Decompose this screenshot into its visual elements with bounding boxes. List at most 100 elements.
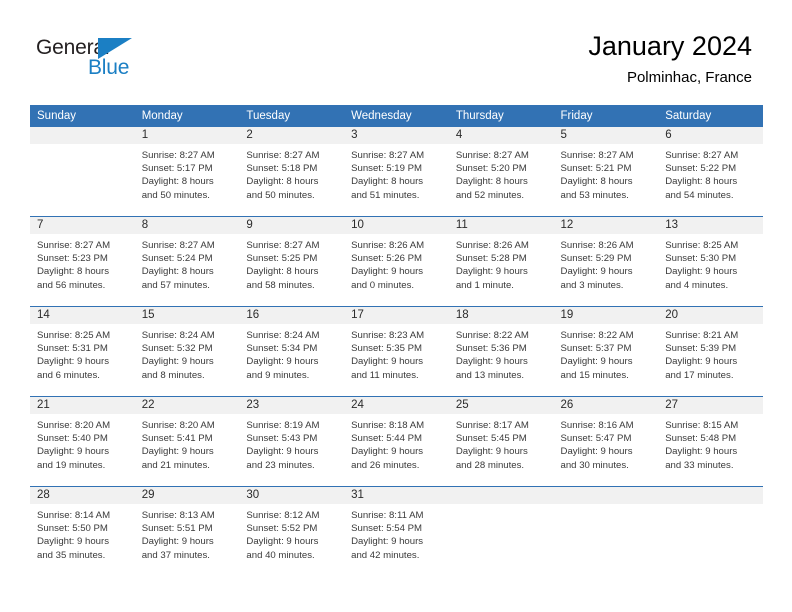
- day-cell-inner[interactable]: 8 Sunrise: 8:27 AM Sunset: 5:24 PM Daylight…: [134, 217, 240, 306]
- day-cell-inner[interactable]: 20 Sunrise: 8:21 AM Sunset: 5:39 PM Dayligh…: [658, 307, 763, 396]
- day-cell-inner[interactable]: 25 Sunrise: 8:17 AM Sunset: 5:45 PM Dayligh…: [448, 397, 554, 486]
- day-cell-inner[interactable]: 22 Sunrise: 8:20 AM Sunset: 5:41 PM Dayligh…: [134, 397, 240, 486]
- sunrise-text: Sunrise: 8:22 AM: [560, 330, 634, 341]
- day-cell-inner[interactable]: 27 Sunrise: 8:15 AM Sunset: 5:48 PM Dayligh…: [658, 397, 763, 486]
- day-cell-inner[interactable]: 23 Sunrise: 8:19 AM Sunset: 5:43 PM Dayligh…: [239, 397, 345, 486]
- daylight-text-line2: and 33 minutes.: [665, 459, 734, 471]
- daylight-text-line2: and 17 minutes.: [665, 369, 734, 381]
- day-cell-inner[interactable]: 18 Sunrise: 8:22 AM Sunset: 5:36 PM Dayligh…: [448, 307, 554, 396]
- daylight-text-line1: Daylight: 9 hours: [246, 446, 319, 458]
- day-cell-inner[interactable]: 12 Sunrise: 8:26 AM Sunset: 5:29 PM Dayligh…: [553, 217, 659, 306]
- day-number: 30: [239, 487, 345, 504]
- day-cell-inner[interactable]: 9 Sunrise: 8:27 AM Sunset: 5:25 PM Daylight…: [239, 217, 345, 306]
- day-cell-inner[interactable]: 19 Sunrise: 8:22 AM Sunset: 5:37 PM Dayligh…: [553, 307, 659, 396]
- day-cell: 11 Sunrise: 8:26 AM Sunset: 5:28 PM Dayligh…: [448, 216, 554, 307]
- sunset-text: Sunset: 5:26 PM: [351, 253, 423, 265]
- day-cell-inner[interactable]: 21 Sunrise: 8:20 AM Sunset: 5:40 PM Dayligh…: [30, 397, 135, 486]
- sunrise-text: Sunrise: 8:25 AM: [37, 330, 111, 341]
- sunset-text: Sunset: 5:19 PM: [351, 163, 423, 175]
- day-cell-inner[interactable]: 16 Sunrise: 8:24 AM Sunset: 5:34 PM Dayligh…: [239, 307, 345, 396]
- day-cell-inner[interactable]: 29 Sunrise: 8:13 AM Sunset: 5:51 PM Dayligh…: [134, 487, 240, 576]
- day-cell-inner[interactable]: 31 Sunrise: 8:11 AM Sunset: 5:54 PM Dayligh…: [344, 487, 449, 576]
- sunset-text: Sunset: 5:29 PM: [560, 253, 632, 265]
- sunrise-text: Sunrise: 8:25 AM: [665, 240, 739, 251]
- daylight-text-line2: and 54 minutes.: [665, 189, 734, 201]
- day-cell-inner[interactable]: 13 Sunrise: 8:25 AM Sunset: 5:30 PM Dayligh…: [658, 217, 763, 306]
- day-details: [449, 504, 554, 509]
- day-details: Sunrise: 8:24 AM Sunset: 5:34 PM Daylight:…: [239, 324, 344, 382]
- day-cell: 26 Sunrise: 8:16 AM Sunset: 5:47 PM Dayligh…: [553, 396, 659, 487]
- sunrise-text: Sunrise: 8:12 AM: [246, 510, 320, 521]
- day-cell: [30, 127, 135, 217]
- day-number: 14: [30, 307, 135, 324]
- day-cell-inner[interactable]: 10 Sunrise: 8:26 AM Sunset: 5:26 PM Dayligh…: [344, 217, 449, 306]
- day-details: Sunrise: 8:13 AM Sunset: 5:51 PM Daylight:…: [135, 504, 240, 562]
- daylight-text-line1: Daylight: 8 hours: [455, 176, 528, 188]
- weekday-header-sunday: Sunday: [30, 105, 135, 127]
- weekday-header-friday: Friday: [553, 105, 659, 127]
- daylight-text-line1: Daylight: 9 hours: [37, 446, 109, 458]
- day-cell-inner[interactable]: 17 Sunrise: 8:23 AM Sunset: 5:35 PM Dayligh…: [344, 307, 449, 396]
- day-cell-inner[interactable]: 6 Sunrise: 8:27 AM Sunset: 5:22 PM Daylight…: [658, 127, 763, 216]
- day-details: Sunrise: 8:15 AM Sunset: 5:48 PM Daylight:…: [658, 414, 763, 472]
- daylight-text-line2: and 26 minutes.: [351, 459, 420, 471]
- day-cell-inner[interactable]: 4 Sunrise: 8:27 AM Sunset: 5:20 PM Daylight…: [448, 127, 554, 216]
- day-cell: 20 Sunrise: 8:21 AM Sunset: 5:39 PM Dayligh…: [658, 306, 763, 397]
- daylight-text-line2: and 23 minutes.: [246, 459, 315, 471]
- day-cell-inner[interactable]: 2 Sunrise: 8:27 AM Sunset: 5:18 PM Daylight…: [239, 127, 345, 216]
- day-cell-inner[interactable]: 1 Sunrise: 8:27 AM Sunset: 5:17 PM Daylight…: [134, 127, 240, 216]
- day-details: [554, 504, 659, 509]
- day-cell-inner[interactable]: 5 Sunrise: 8:27 AM Sunset: 5:21 PM Daylight…: [553, 127, 659, 216]
- day-cell-inner[interactable]: 28 Sunrise: 8:14 AM Sunset: 5:50 PM Dayligh…: [30, 487, 135, 576]
- sunrise-text: Sunrise: 8:23 AM: [351, 330, 425, 341]
- sunset-text: Sunset: 5:47 PM: [560, 433, 632, 445]
- day-cell-inner[interactable]: 24 Sunrise: 8:18 AM Sunset: 5:44 PM Dayligh…: [344, 397, 449, 486]
- general-blue-logo[interactable]: General Blue: [36, 36, 176, 86]
- day-cell-inner[interactable]: 26 Sunrise: 8:16 AM Sunset: 5:47 PM Dayligh…: [553, 397, 659, 486]
- day-cell-inner[interactable]: 15 Sunrise: 8:24 AM Sunset: 5:32 PM Dayligh…: [134, 307, 240, 396]
- weekday-header-row: Sunday Monday Tuesday Wednesday Thursday…: [30, 105, 763, 127]
- sunrise-text: Sunrise: 8:27 AM: [141, 150, 215, 161]
- sunset-text: Sunset: 5:28 PM: [455, 253, 527, 265]
- day-details: Sunrise: 8:18 AM Sunset: 5:44 PM Daylight:…: [344, 414, 449, 472]
- sunset-text: Sunset: 5:25 PM: [246, 253, 318, 265]
- sunset-text: Sunset: 5:37 PM: [560, 343, 632, 355]
- page-title: January 2024: [588, 31, 752, 61]
- day-cell: 5 Sunrise: 8:27 AM Sunset: 5:21 PM Daylight…: [553, 127, 659, 217]
- day-details: Sunrise: 8:27 AM Sunset: 5:25 PM Daylight:…: [239, 234, 344, 292]
- day-cell: [448, 486, 554, 576]
- sunrise-text: Sunrise: 8:18 AM: [351, 420, 425, 431]
- daylight-text-line1: Daylight: 9 hours: [351, 536, 424, 548]
- daylight-text-line2: and 4 minutes.: [665, 279, 729, 291]
- day-cell-inner[interactable]: 7 Sunrise: 8:27 AM Sunset: 5:23 PM Daylight…: [30, 217, 135, 306]
- day-number: 1: [134, 127, 240, 144]
- sunset-text: Sunset: 5:41 PM: [141, 433, 213, 445]
- sunrise-text: Sunrise: 8:13 AM: [141, 510, 215, 521]
- daylight-text-line1: Daylight: 8 hours: [665, 176, 738, 188]
- day-cell: 9 Sunrise: 8:27 AM Sunset: 5:25 PM Daylight…: [239, 216, 345, 307]
- day-cell: 2 Sunrise: 8:27 AM Sunset: 5:18 PM Daylight…: [239, 127, 345, 217]
- daylight-text-line2: and 9 minutes.: [246, 369, 310, 381]
- day-cell-inner[interactable]: 11 Sunrise: 8:26 AM Sunset: 5:28 PM Dayligh…: [448, 217, 554, 306]
- daylight-text-line1: Daylight: 9 hours: [141, 356, 214, 368]
- day-cell-inner[interactable]: 30 Sunrise: 8:12 AM Sunset: 5:52 PM Dayligh…: [239, 487, 345, 576]
- day-number: [30, 127, 135, 144]
- day-number: 17: [344, 307, 449, 324]
- day-cell: 23 Sunrise: 8:19 AM Sunset: 5:43 PM Dayligh…: [239, 396, 345, 487]
- day-details: Sunrise: 8:27 AM Sunset: 5:20 PM Daylight:…: [449, 144, 554, 202]
- day-cell-inner[interactable]: 14 Sunrise: 8:25 AM Sunset: 5:31 PM Dayligh…: [30, 307, 135, 396]
- day-cell: 21 Sunrise: 8:20 AM Sunset: 5:40 PM Dayligh…: [30, 396, 135, 487]
- daylight-text-line2: and 15 minutes.: [560, 369, 629, 381]
- sunset-text: Sunset: 5:51 PM: [141, 523, 213, 535]
- day-number: 20: [658, 307, 763, 324]
- sunrise-text: Sunrise: 8:27 AM: [351, 150, 425, 161]
- daylight-text-line2: and 30 minutes.: [560, 459, 629, 471]
- day-cell-inner: [553, 487, 659, 576]
- logo-text-blue: Blue: [88, 56, 130, 79]
- daylight-text-line1: Daylight: 8 hours: [560, 176, 633, 188]
- day-details: Sunrise: 8:12 AM Sunset: 5:52 PM Daylight:…: [239, 504, 344, 562]
- daylight-text-line1: Daylight: 8 hours: [141, 266, 214, 278]
- sunrise-text: Sunrise: 8:14 AM: [37, 510, 111, 521]
- day-number: 21: [30, 397, 135, 414]
- day-cell-inner[interactable]: 3 Sunrise: 8:27 AM Sunset: 5:19 PM Daylight…: [344, 127, 449, 216]
